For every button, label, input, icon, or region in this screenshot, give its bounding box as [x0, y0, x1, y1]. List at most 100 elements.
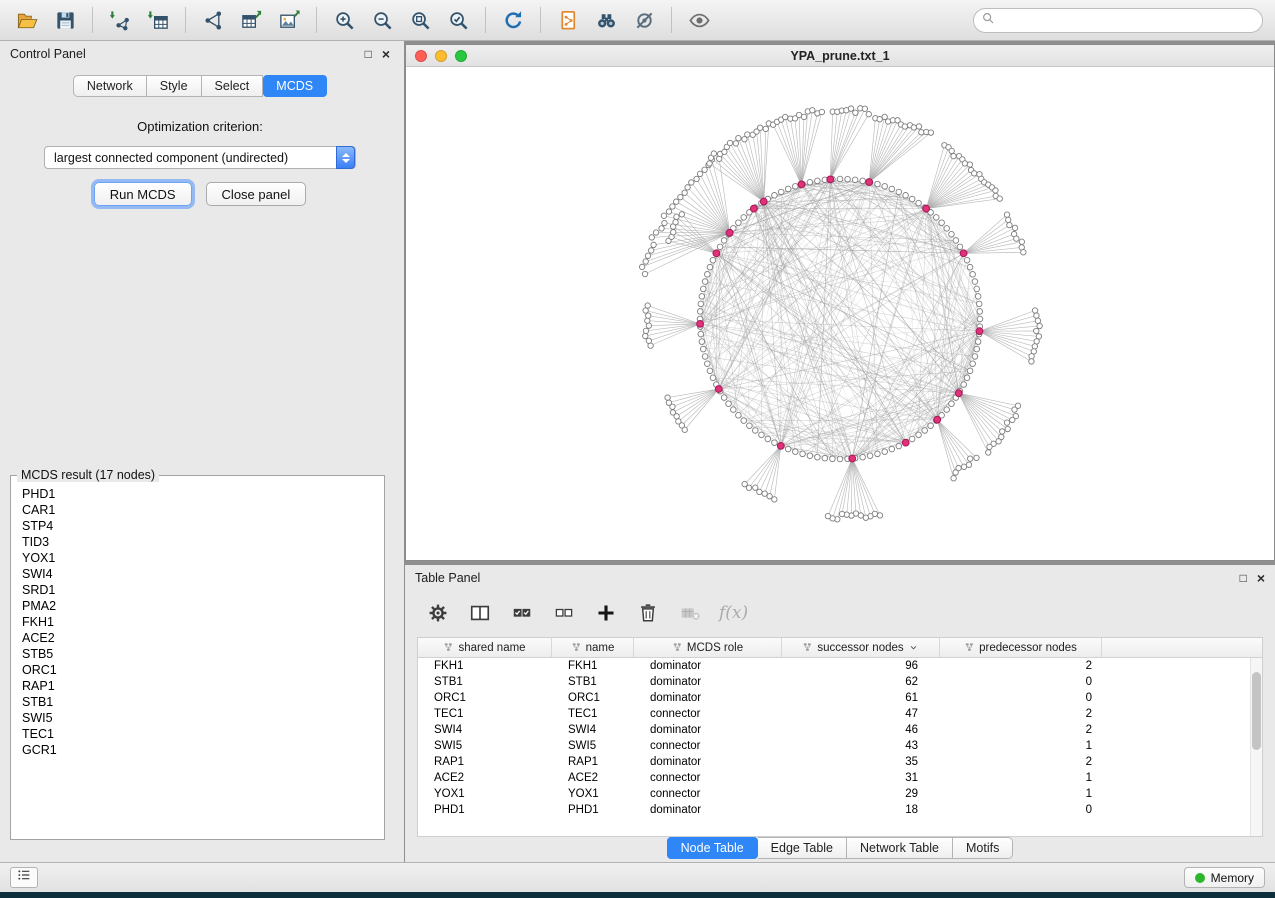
tab-network[interactable]: Network	[73, 75, 147, 97]
toolbar-separator	[485, 7, 486, 33]
mcds-result-item[interactable]: STP4	[22, 518, 384, 534]
optimization-criterion-select[interactable]: largest connected component (undirected)	[44, 146, 356, 169]
search-input[interactable]	[995, 14, 1255, 28]
mcds-result-item[interactable]: ORC1	[22, 662, 384, 678]
toolbar-separator	[92, 7, 93, 33]
network-window-titlebar[interactable]: YPA_prune.txt_1	[406, 45, 1274, 67]
table-cell: SWI5	[552, 740, 634, 752]
mcds-result-item[interactable]: PHD1	[22, 486, 384, 502]
delete-table-disabled-icon	[679, 602, 701, 624]
table-scrollbar[interactable]	[1250, 658, 1262, 836]
mcds-result-item[interactable]: SRD1	[22, 582, 384, 598]
search-box[interactable]	[973, 8, 1263, 33]
split-columns-button[interactable]	[467, 600, 493, 626]
close-table-panel-icon[interactable]: ×	[1257, 572, 1265, 584]
column-header-shared-name[interactable]: shared name	[418, 638, 552, 657]
network-window-title: YPA_prune.txt_1	[790, 49, 889, 63]
export-network-button[interactable]	[194, 4, 232, 36]
table-row[interactable]: PHD1PHD1dominator180	[418, 802, 1262, 818]
table-row[interactable]: RAP1RAP1dominator352	[418, 754, 1262, 770]
export-table-button[interactable]	[232, 4, 270, 36]
table-settings-gear-button[interactable]	[425, 600, 451, 626]
tab-select[interactable]: Select	[202, 75, 264, 97]
table-cell: dominator	[634, 676, 782, 688]
mcds-result-item[interactable]: TID3	[22, 534, 384, 550]
column-header-icon	[443, 642, 454, 653]
mcds-result-item[interactable]: SWI5	[22, 710, 384, 726]
list-menu-icon	[16, 867, 32, 883]
zoom-selected-button[interactable]	[439, 4, 477, 36]
table-row[interactable]: FKH1FKH1dominator962	[418, 658, 1262, 674]
toggle-visibility-button[interactable]	[680, 4, 718, 36]
close-panel-icon[interactable]: ×	[382, 48, 390, 60]
tab-motifs[interactable]: Motifs	[953, 837, 1013, 859]
column-header-predecessor-nodes[interactable]: predecessor nodes	[940, 638, 1102, 657]
search-network-button[interactable]	[587, 4, 625, 36]
maximize-window-icon[interactable]	[455, 50, 467, 62]
refresh-network-button[interactable]	[494, 4, 532, 36]
mcds-result-item[interactable]: SWI4	[22, 566, 384, 582]
network-view-canvas[interactable]	[406, 67, 1274, 561]
hide-details-button[interactable]	[625, 4, 663, 36]
tab-mcds[interactable]: MCDS	[263, 75, 327, 97]
mcds-result-item[interactable]: CAR1	[22, 502, 384, 518]
share-document-button[interactable]	[549, 4, 587, 36]
memory-button[interactable]: Memory	[1184, 867, 1265, 888]
close-panel-button[interactable]: Close panel	[206, 182, 307, 206]
select-all-rows-button[interactable]	[509, 600, 535, 626]
zoom-fit-button[interactable]	[401, 4, 439, 36]
tab-node-table[interactable]: Node Table	[667, 837, 758, 859]
zoom-out-button[interactable]	[363, 4, 401, 36]
delete-column-button[interactable]	[635, 600, 661, 626]
open-file-button[interactable]	[8, 4, 46, 36]
mcds-result-item[interactable]: YOX1	[22, 550, 384, 566]
table-row[interactable]: YOX1YOX1connector291	[418, 786, 1262, 802]
mcds-result-item[interactable]: TEC1	[22, 726, 384, 742]
function-builder-button[interactable]: f(x)	[719, 603, 748, 623]
zoom-in-button[interactable]	[325, 4, 363, 36]
table-cell: ORC1	[552, 692, 634, 704]
delete-table-disabled-button[interactable]	[677, 600, 703, 626]
column-header-label: shared name	[458, 642, 525, 654]
table-cell: 61	[782, 692, 940, 704]
mcds-result-list: PHD1CAR1STP4TID3YOX1SWI4SRD1PMA2FKH1ACE2…	[11, 482, 384, 758]
table-row[interactable]: SWI5SWI5connector431	[418, 738, 1262, 754]
column-header-name[interactable]: name	[552, 638, 634, 657]
mcds-result-item[interactable]: STB5	[22, 646, 384, 662]
column-header-label: MCDS role	[687, 642, 743, 654]
minimize-window-icon[interactable]	[435, 50, 447, 62]
close-window-icon[interactable]	[415, 50, 427, 62]
column-header-MCDS-role[interactable]: MCDS role	[634, 638, 782, 657]
table-row[interactable]: STB1STB1dominator620	[418, 674, 1262, 690]
toolbar-separator	[671, 7, 672, 33]
tab-style[interactable]: Style	[147, 75, 202, 97]
table-row[interactable]: ORC1ORC1dominator610	[418, 690, 1262, 706]
deselect-all-rows-button[interactable]	[551, 600, 577, 626]
mcds-result-item[interactable]: GCR1	[22, 742, 384, 758]
tab-network-table[interactable]: Network Table	[847, 837, 953, 859]
scrollbar-thumb[interactable]	[1252, 672, 1261, 750]
run-mcds-button[interactable]: Run MCDS	[94, 182, 192, 206]
select-all-rows-icon	[511, 602, 533, 624]
import-network-button[interactable]	[101, 4, 139, 36]
save-session-button[interactable]	[46, 4, 84, 36]
tab-edge-table[interactable]: Edge Table	[758, 837, 847, 859]
table-row[interactable]: ACE2ACE2connector311	[418, 770, 1262, 786]
import-table-button[interactable]	[139, 4, 177, 36]
export-image-button[interactable]	[270, 4, 308, 36]
mcds-result-item[interactable]: STB1	[22, 694, 384, 710]
add-column-button[interactable]	[593, 600, 619, 626]
mcds-result-item[interactable]: ACE2	[22, 630, 384, 646]
memory-label: Memory	[1211, 871, 1254, 885]
mcds-result-item[interactable]: PMA2	[22, 598, 384, 614]
panel-menu-button[interactable]	[10, 867, 38, 888]
float-table-panel-icon[interactable]: □	[1240, 572, 1247, 584]
float-panel-icon[interactable]: □	[365, 48, 372, 60]
mcds-result-item[interactable]: FKH1	[22, 614, 384, 630]
table-cell: RAP1	[418, 756, 552, 768]
table-row[interactable]: TEC1TEC1connector472	[418, 706, 1262, 722]
column-header-successor-nodes[interactable]: successor nodes	[782, 638, 940, 657]
table-row[interactable]: SWI4SWI4dominator462	[418, 722, 1262, 738]
mcds-result-box: MCDS result (17 nodes) PHD1CAR1STP4TID3Y…	[10, 468, 385, 840]
mcds-result-item[interactable]: RAP1	[22, 678, 384, 694]
